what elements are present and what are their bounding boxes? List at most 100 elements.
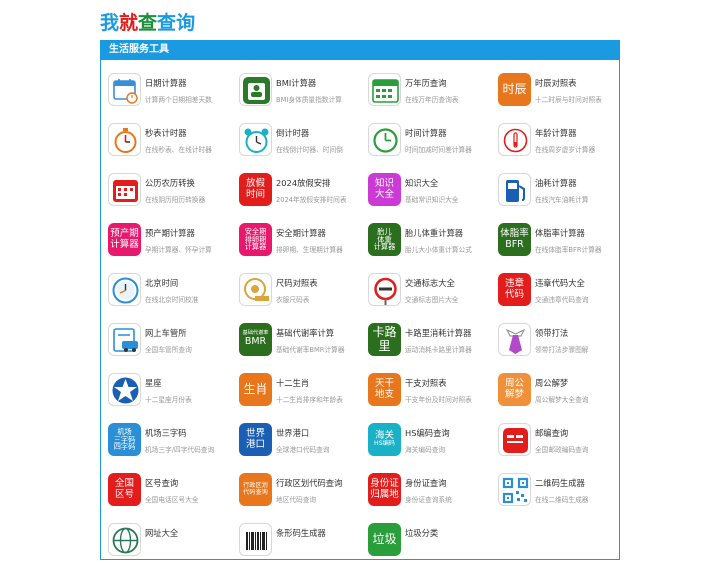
tool-item[interactable]: 尺码对照表 衣服尺码表: [239, 273, 367, 313]
tool-item[interactable]: 知识 大全 知识大全 基础常识知识大全: [368, 173, 496, 213]
tool-title[interactable]: 身份证查询: [405, 477, 447, 489]
tool-item[interactable]: 北京时间 在线北京时间校准: [108, 273, 236, 313]
tool-item[interactable]: 时间计算器 时间加减时间差计算器: [368, 123, 496, 163]
tool-title[interactable]: 胎儿体重计算器: [405, 227, 463, 239]
id-card-icon: 身份证 归属地: [368, 473, 401, 506]
tool-title[interactable]: 违章代码大全: [535, 277, 585, 289]
tool-title[interactable]: 网上车管所: [145, 327, 187, 339]
car-office-icon: [108, 323, 141, 356]
tool-desc: 在线周岁虚岁计算器: [535, 146, 596, 154]
tool-item[interactable]: 条形码生成器: [239, 523, 367, 563]
tool-title[interactable]: 网址大全: [145, 527, 178, 539]
tool-title[interactable]: 倒计时器: [276, 127, 309, 139]
tool-item[interactable]: 全国 区号 区号查询 全国电话区号大全: [108, 473, 236, 513]
tool-item[interactable]: BMI计算器 BMI身体质量指数计算: [239, 73, 367, 113]
tool-item[interactable]: 交通标志大全 交通标志图片大全: [368, 273, 496, 313]
tool-title[interactable]: 万年历查询: [405, 77, 447, 89]
tool-title[interactable]: 安全期计算器: [276, 227, 326, 239]
tool-item[interactable]: 身份证 归属地 身份证查询身份证查询系统: [368, 473, 496, 513]
tool-item[interactable]: 秒表计时器 在线秒表、在线计时器: [108, 123, 236, 163]
area-code-icon: 全国 区号: [108, 473, 141, 506]
tool-desc: 机场三字/四字代码查询: [145, 446, 215, 454]
tool-title[interactable]: 油耗计算器: [535, 177, 577, 189]
icon-label: 卡路里: [372, 325, 397, 353]
tool-item[interactable]: 年龄计算器在线周岁虚岁计算器: [498, 123, 626, 163]
tool-title[interactable]: 基础代谢率计算: [276, 327, 334, 339]
tool-item[interactable]: 行政区划 代码查询 行政区划代码查询 地区代码查询: [239, 473, 367, 513]
tool-title[interactable]: 体脂率计算器: [535, 227, 585, 239]
tool-desc: 在线二维码生成器: [535, 496, 589, 504]
tool-desc: 身份证查询系统: [405, 496, 452, 504]
tool-title[interactable]: 领带打法: [535, 327, 568, 339]
tool-item[interactable]: 时辰 时辰对照表 十二时辰与时间对照表: [498, 73, 626, 113]
tool-item[interactable]: 星座 十二星座月份表: [108, 373, 236, 413]
tool-item[interactable]: 安全期 排卵期 计算器 安全期计算器 排卵期、生理期计算器: [239, 223, 367, 263]
tool-title[interactable]: 知识大全: [405, 177, 438, 189]
tool-title[interactable]: 垃圾分类: [405, 527, 438, 539]
tool-item[interactable]: 基础代谢率 BMR 基础代谢率计算 基础代谢率BMR计算器: [239, 323, 367, 363]
tool-title[interactable]: 预产期计算器: [145, 227, 195, 239]
icon-label: 知识: [374, 178, 394, 190]
tool-title[interactable]: 二维码生成器: [535, 477, 585, 489]
tool-item[interactable]: 机场 三字码 四字码 机场三字码 机场三字/四字代码查询: [108, 423, 236, 463]
tool-item[interactable]: 万年历查询 在线万年历查询表: [368, 73, 496, 113]
tool-title[interactable]: BMI计算器: [276, 77, 316, 89]
due-date-icon: 预产期 计算器: [108, 223, 141, 256]
tool-item[interactable]: 生肖 十二生肖 十二生肖排序和年龄表: [239, 373, 367, 413]
tool-item[interactable]: 违章 代码 违章代码大全 交通违章代码查询: [498, 273, 626, 313]
tool-item[interactable]: 体脂率 BFR 体脂率计算器 在线体脂率BFR计算器: [498, 223, 626, 263]
tool-item[interactable]: 领带打法 领带打法步骤图解: [498, 323, 626, 363]
tool-title[interactable]: 交通标志大全: [405, 277, 455, 289]
site-logo[interactable]: 我就查查询: [100, 6, 195, 36]
bfr-icon: 体脂率 BFR: [498, 223, 531, 256]
tool-title[interactable]: 机场三字码: [145, 427, 187, 439]
icon-label: 体脂率: [500, 228, 529, 240]
tool-title[interactable]: 北京时间: [145, 277, 178, 289]
tool-item[interactable]: 日期计算器计算两个日期相差天数: [108, 73, 236, 113]
tool-item[interactable]: 垃圾 垃圾分类: [368, 523, 496, 563]
tool-item[interactable]: 二维码生成器在线二维码生成器: [498, 473, 626, 513]
tool-title[interactable]: 日期计算器: [145, 77, 187, 89]
tool-title[interactable]: 区号查询: [145, 477, 178, 489]
tool-title[interactable]: 时间计算器: [405, 127, 447, 139]
tool-title[interactable]: 十二生肖: [276, 377, 309, 389]
tool-title[interactable]: 邮编查询: [535, 427, 568, 439]
tool-item[interactable]: 周公 解梦 周公解梦 周公解梦大全查询: [498, 373, 626, 413]
tool-item[interactable]: 公历农历转换在线阴历阳历转换器: [108, 173, 236, 213]
tool-item[interactable]: 卡路里 卡路里消耗计算器 运动消耗卡路里计算器: [368, 323, 496, 363]
tool-title[interactable]: 时辰对照表: [535, 77, 577, 89]
tool-item[interactable]: 倒计时器 在线倒计时器、时间倒: [239, 123, 367, 163]
tool-title[interactable]: HS编码查询: [405, 427, 450, 439]
tool-desc: 基础常识知识大全: [405, 196, 459, 204]
tool-desc: 在线阴历阳历转换器: [145, 196, 206, 204]
tool-title[interactable]: 尺码对照表: [276, 277, 318, 289]
tool-item[interactable]: 网上车管所 全国车管所查询: [108, 323, 236, 363]
safe-period-icon: 安全期 排卵期 计算器: [239, 223, 272, 256]
tool-item[interactable]: 海关 HS编码 HS编码查询 海关编码查询: [368, 423, 496, 463]
logo-char: 查: [157, 11, 177, 34]
tool-title[interactable]: 行政区划代码查询: [276, 477, 342, 489]
tool-item[interactable]: 预产期 计算器 预产期计算器 孕期计算器、怀孕计算: [108, 223, 236, 263]
tool-item[interactable]: 放假 时间 2024放假安排 2024年放假安排时间表: [239, 173, 367, 213]
tool-title[interactable]: 2024放假安排: [276, 177, 330, 189]
tool-title[interactable]: 世界港口: [276, 427, 309, 439]
tool-title[interactable]: 条形码生成器: [276, 527, 326, 539]
tool-item[interactable]: 世界 港口 世界港口 全球港口代码查询: [239, 423, 367, 463]
tool-title[interactable]: 年龄计算器: [535, 127, 577, 139]
tool-title[interactable]: 公历农历转换: [145, 177, 195, 189]
tool-item[interactable]: 网址大全: [108, 523, 236, 563]
tool-title[interactable]: 星座: [145, 377, 162, 389]
lunar-calendar-icon: [108, 173, 141, 206]
tool-title[interactable]: 秒表计时器: [145, 127, 187, 139]
tool-title[interactable]: 干支对照表: [405, 377, 447, 389]
icon-label: 四字码: [113, 442, 136, 452]
tool-title[interactable]: 卡路里消耗计算器: [405, 327, 471, 339]
zodiac-icon: 生肖: [239, 373, 272, 406]
tool-desc: 计算两个日期相差天数: [145, 96, 212, 104]
tool-item[interactable]: 天干 地支 干支对照表 干支年份及时间对照表: [368, 373, 496, 413]
tool-item[interactable]: 邮编查询 全国邮政编码查询: [498, 423, 626, 463]
violation-icon: 违章 代码: [498, 273, 531, 306]
tool-item[interactable]: 油耗计算器 在线汽车油耗计算: [498, 173, 626, 213]
tool-title[interactable]: 周公解梦: [535, 377, 568, 389]
tool-item[interactable]: 胎儿 体重 计算器 胎儿体重计算器 胎儿大小体重计算公式: [368, 223, 496, 263]
